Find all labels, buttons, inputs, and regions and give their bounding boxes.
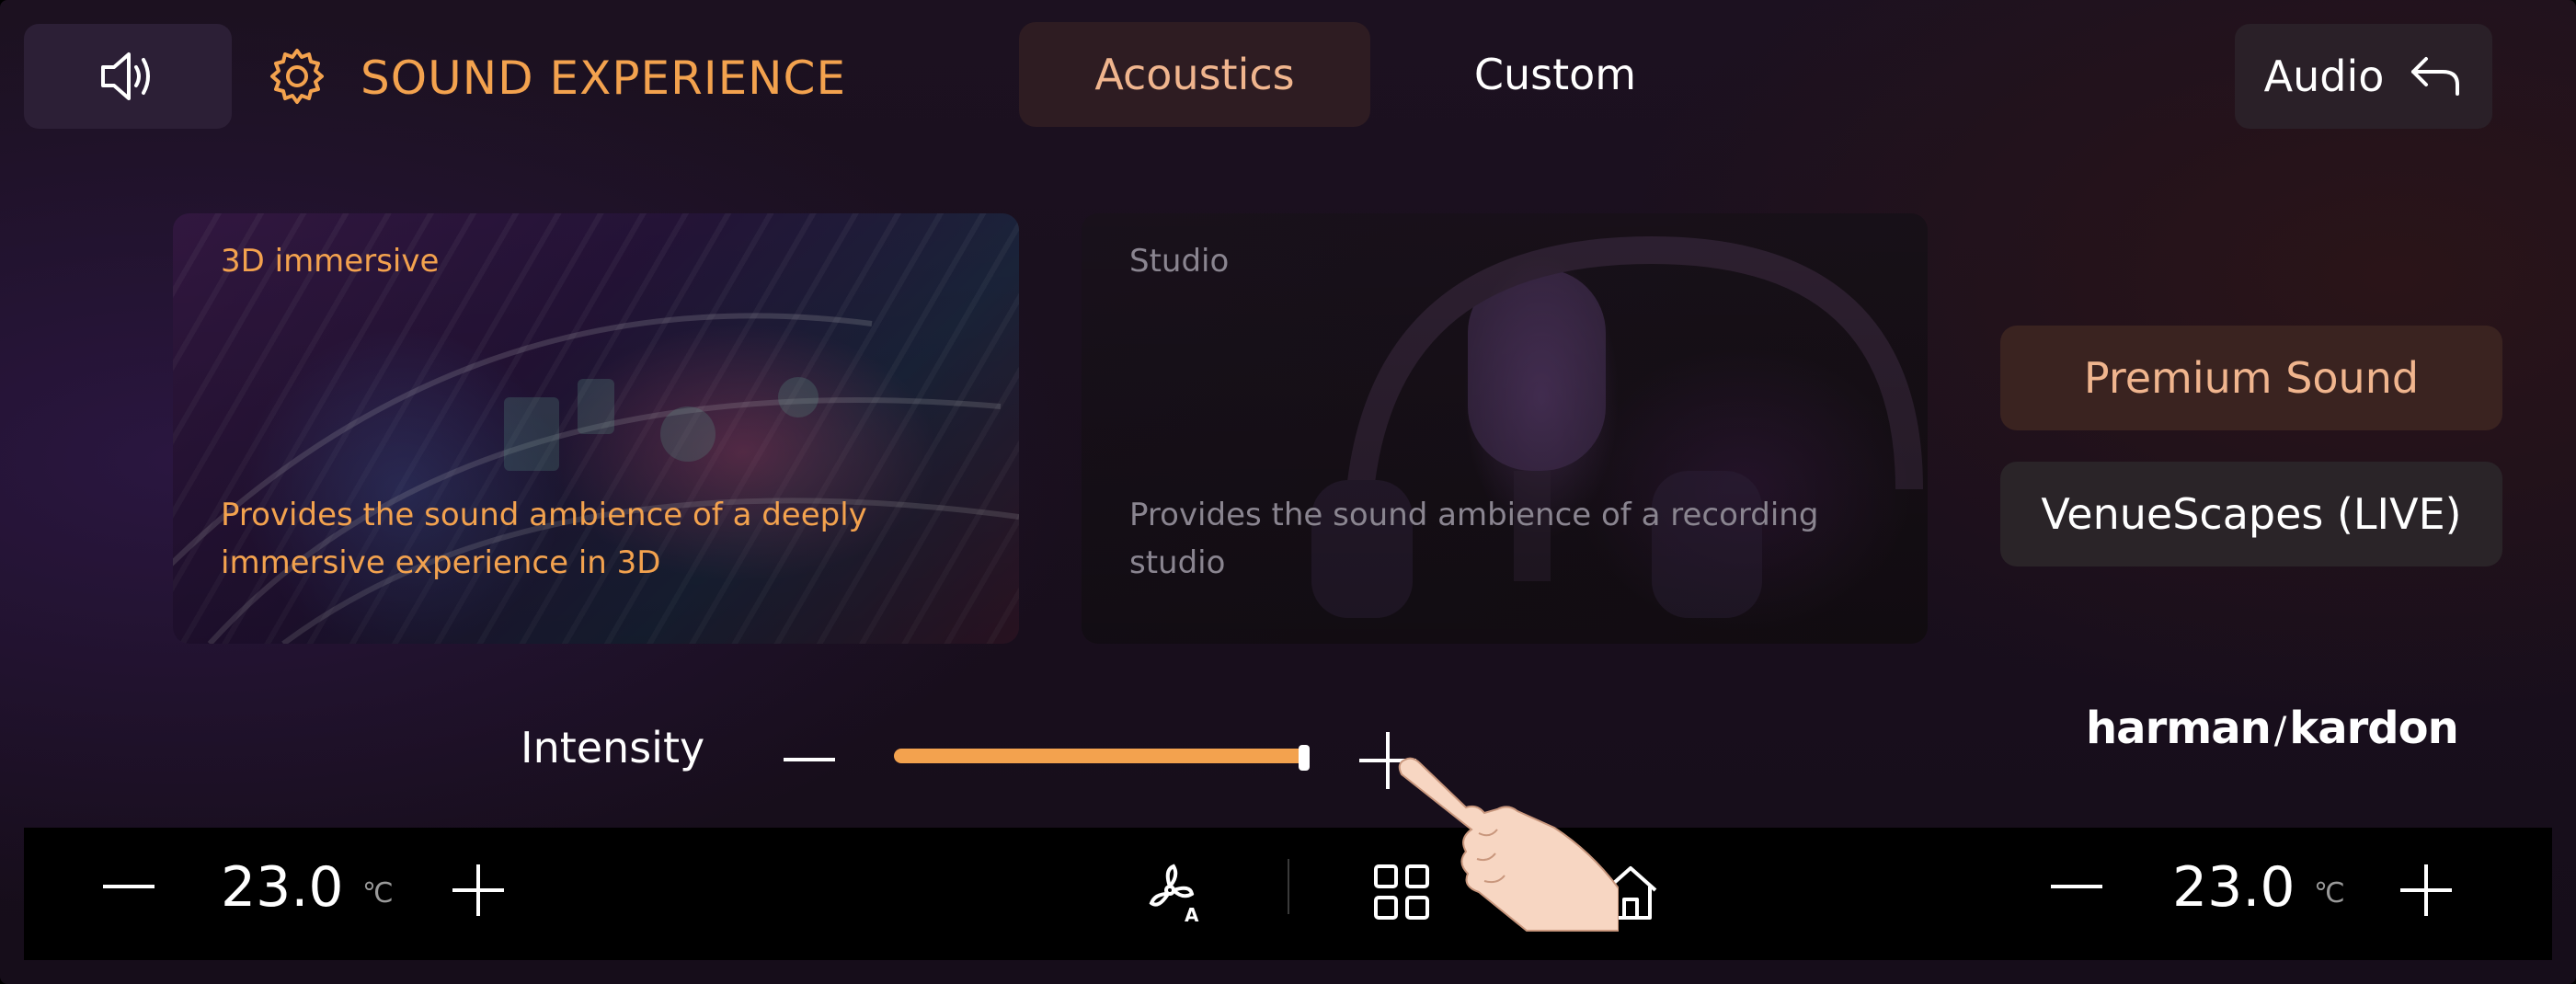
gear-icon[interactable] [267, 46, 327, 107]
intensity-slider[interactable] [894, 745, 1310, 771]
audio-back-button[interactable]: Audio [2235, 24, 2492, 129]
tab-acoustics[interactable]: Acoustics [1019, 22, 1370, 127]
svg-text:A: A [1185, 904, 1199, 925]
intensity-slider-fill [894, 749, 1310, 763]
audio-label: Audio [2263, 51, 2385, 101]
back-arrow-icon [2411, 57, 2460, 96]
left-temp-unit: ℃ [362, 877, 394, 910]
brand-logo: harman/kardon [2086, 703, 2459, 754]
mode-card-studio[interactable]: Studio Provides the sound ambience of a … [1082, 213, 1928, 644]
left-temperature: 23.0 [221, 855, 344, 920]
right-temperature: 23.0 [2172, 855, 2296, 920]
pointing-hand-icon [1398, 757, 1619, 932]
bar-divider [1288, 859, 1289, 914]
climate-bar: 23.0 ℃ A 23.0 ℃ [24, 828, 2552, 960]
premium-sound-button[interactable]: Premium Sound [2000, 326, 2502, 430]
mode-label: Studio [1129, 243, 1230, 280]
tab-custom[interactable]: Custom [1380, 22, 1731, 127]
right-temp-unit: ℃ [2314, 877, 2345, 910]
intensity-slider-handle[interactable] [1299, 745, 1310, 771]
mode-description: Provides the sound ambience of a deeply … [221, 497, 867, 581]
fan-auto-icon[interactable]: A [1142, 861, 1207, 925]
speaker-icon [101, 52, 150, 100]
left-temp-decrease-button[interactable] [103, 885, 155, 888]
intensity-label: Intensity [521, 723, 705, 772]
right-temp-increase-button[interactable] [2400, 864, 2452, 916]
venuescapes-button[interactable]: VenueScapes (LIVE) [2000, 462, 2502, 566]
right-temp-decrease-button[interactable] [2051, 885, 2102, 888]
intensity-decrease-button[interactable] [780, 736, 839, 782]
volume-button[interactable] [24, 24, 232, 129]
page-title: SOUND EXPERIENCE [361, 51, 847, 105]
mode-description: Provides the sound ambience of a recordi… [1129, 497, 1819, 581]
sound-experience-screen: SOUND EXPERIENCE Acoustics Custom Audio … [0, 0, 2576, 984]
mode-card-3d-immersive[interactable]: 3D immersive Provides the sound ambience… [173, 213, 1019, 644]
mode-label: 3D immersive [221, 243, 440, 280]
left-temp-increase-button[interactable] [452, 864, 504, 916]
